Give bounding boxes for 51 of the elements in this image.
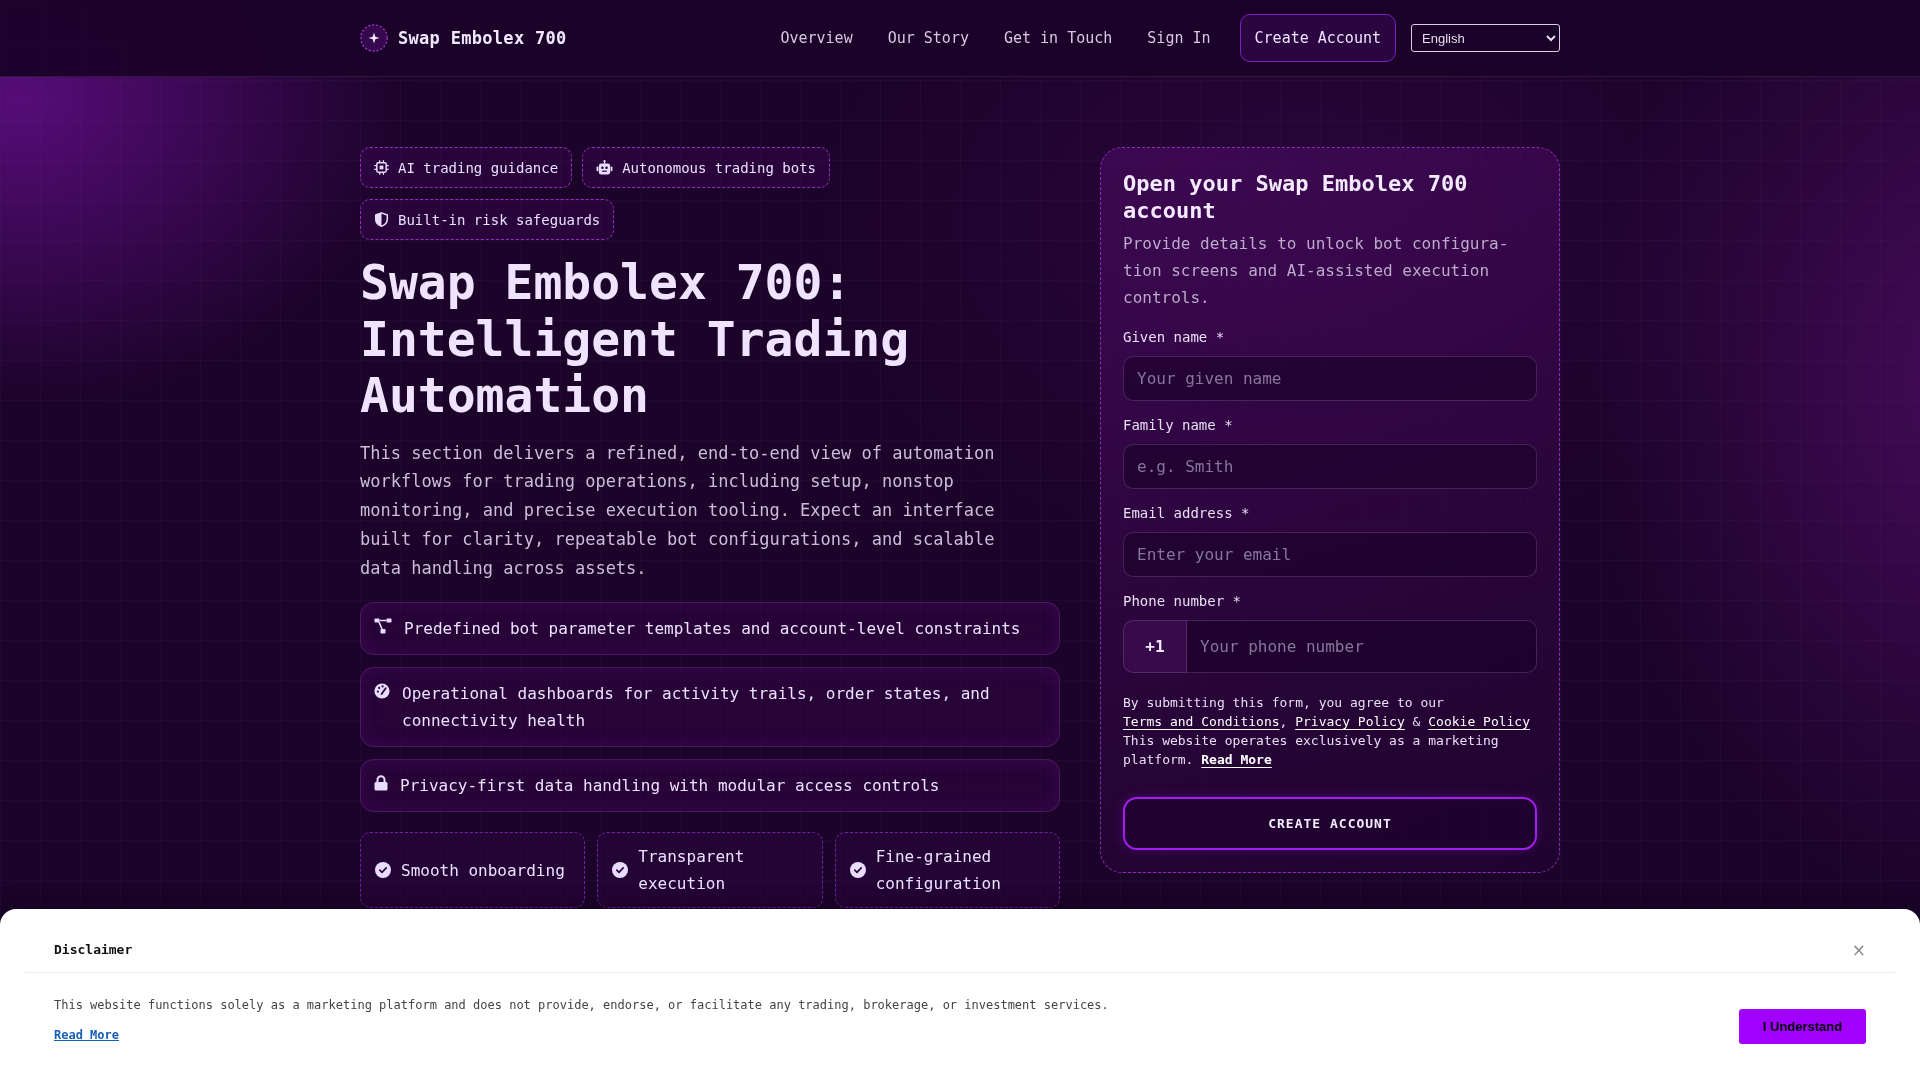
hero-description: This section delivers a refined, end-to-end view of automation workflows for trading operations, including setup, nonstop monitoring, and precise execution tooling. Expect an interface built for clarity, repeatable bot configurations, and scalable data handling across assets. <box>360 441 996 581</box>
check-circle-icon <box>612 862 629 879</box>
policy-link[interactable]: Terms and Conditions <box>1123 714 1280 729</box>
field-label: Family name * <box>1123 416 1234 435</box>
field-label: Email address * <box>1123 504 1251 523</box>
consent-text: By submitting this form, you agree to our Terms and Conditions, Privacy Policy & Cookie Policy <box>1123 694 1531 731</box>
chip-icon <box>374 160 389 175</box>
read-more-link[interactable]: Read More <box>54 1027 120 1043</box>
read-more-link[interactable]: Read More <box>1201 752 1272 767</box>
language-select[interactable]: English <box>1411 24 1560 52</box>
sparkle-logo-icon <box>360 24 388 52</box>
feature-text: Privacy-first data handling with modular access controls <box>400 775 940 798</box>
policy-link[interactable]: Cookie Policy <box>1428 714 1530 729</box>
text-input-field[interactable]: e.g. Smith <box>1123 444 1537 489</box>
text-input-field[interactable]: Enter your email <box>1123 532 1537 577</box>
nav-link[interactable]: Our Story <box>887 28 969 48</box>
nav-link[interactable]: Overview <box>780 28 853 48</box>
acknowledge-button[interactable]: I Understand <box>1739 1009 1866 1044</box>
form-subtitle: Provide details to unlock bot configura-tion screens and AI-assisted execution controls. <box>1123 233 1510 309</box>
phone-input-field[interactable]: Your phone number <box>1187 620 1537 673</box>
tag-label: Autonomous trading bots <box>622 159 817 176</box>
feature-text: Operational dashboards for activity trails, order states, and connectivity health <box>402 683 991 733</box>
robot-icon <box>596 160 614 175</box>
nav-link[interactable]: Get in Touch <box>1003 28 1113 48</box>
feature-text: Predefined bot parameter templates and account-level constraints <box>404 618 1021 641</box>
connected-nodes-icon <box>374 618 392 635</box>
highlight-text: Fine-grained configuration <box>875 846 1002 896</box>
tag-label: Built-in risk safeguards <box>398 211 601 228</box>
marketing-notice: This website operates exclusively as a marketing platform. Read More <box>1123 732 1500 769</box>
tag-label: AI trading guidance <box>398 159 559 176</box>
hero-heading: Swap Embolex 700: Intelligent Trading Automation <box>360 254 911 424</box>
nav-link[interactable]: Sign In <box>1147 28 1211 48</box>
form-title: Open your Swap Embolex 700 account <box>1123 170 1469 224</box>
check-circle-icon <box>849 862 866 879</box>
disclaimer-title: Disclaimer <box>54 941 133 959</box>
highlight-text: Transparent execution <box>638 846 746 896</box>
highlight-text: Smooth onboarding <box>401 859 565 882</box>
check-circle-icon <box>375 862 391 879</box>
lock-icon <box>374 775 388 792</box>
text-input-field[interactable]: Your given name <box>1123 356 1537 401</box>
brand-name: Swap Embolex 700 <box>398 28 567 48</box>
country-code-prefix[interactable]: +1 <box>1123 620 1187 673</box>
gauge-icon <box>374 683 390 700</box>
policy-link[interactable]: Privacy Policy <box>1295 714 1405 729</box>
create-account-submit-button[interactable]: CREATE ACCOUNT <box>1123 797 1537 850</box>
disclaimer-text: This website functions solely as a marketing platform and does not provide, endorse, or facilitate any trading, brokerage, or investment services. <box>54 997 1109 1013</box>
close-button[interactable]: × <box>1851 941 1866 959</box>
field-label: Given name * <box>1123 328 1226 347</box>
shield-icon <box>374 212 389 227</box>
create-account-button[interactable]: Create Account <box>1239 14 1396 62</box>
field-label: Phone number * <box>1123 592 1242 611</box>
